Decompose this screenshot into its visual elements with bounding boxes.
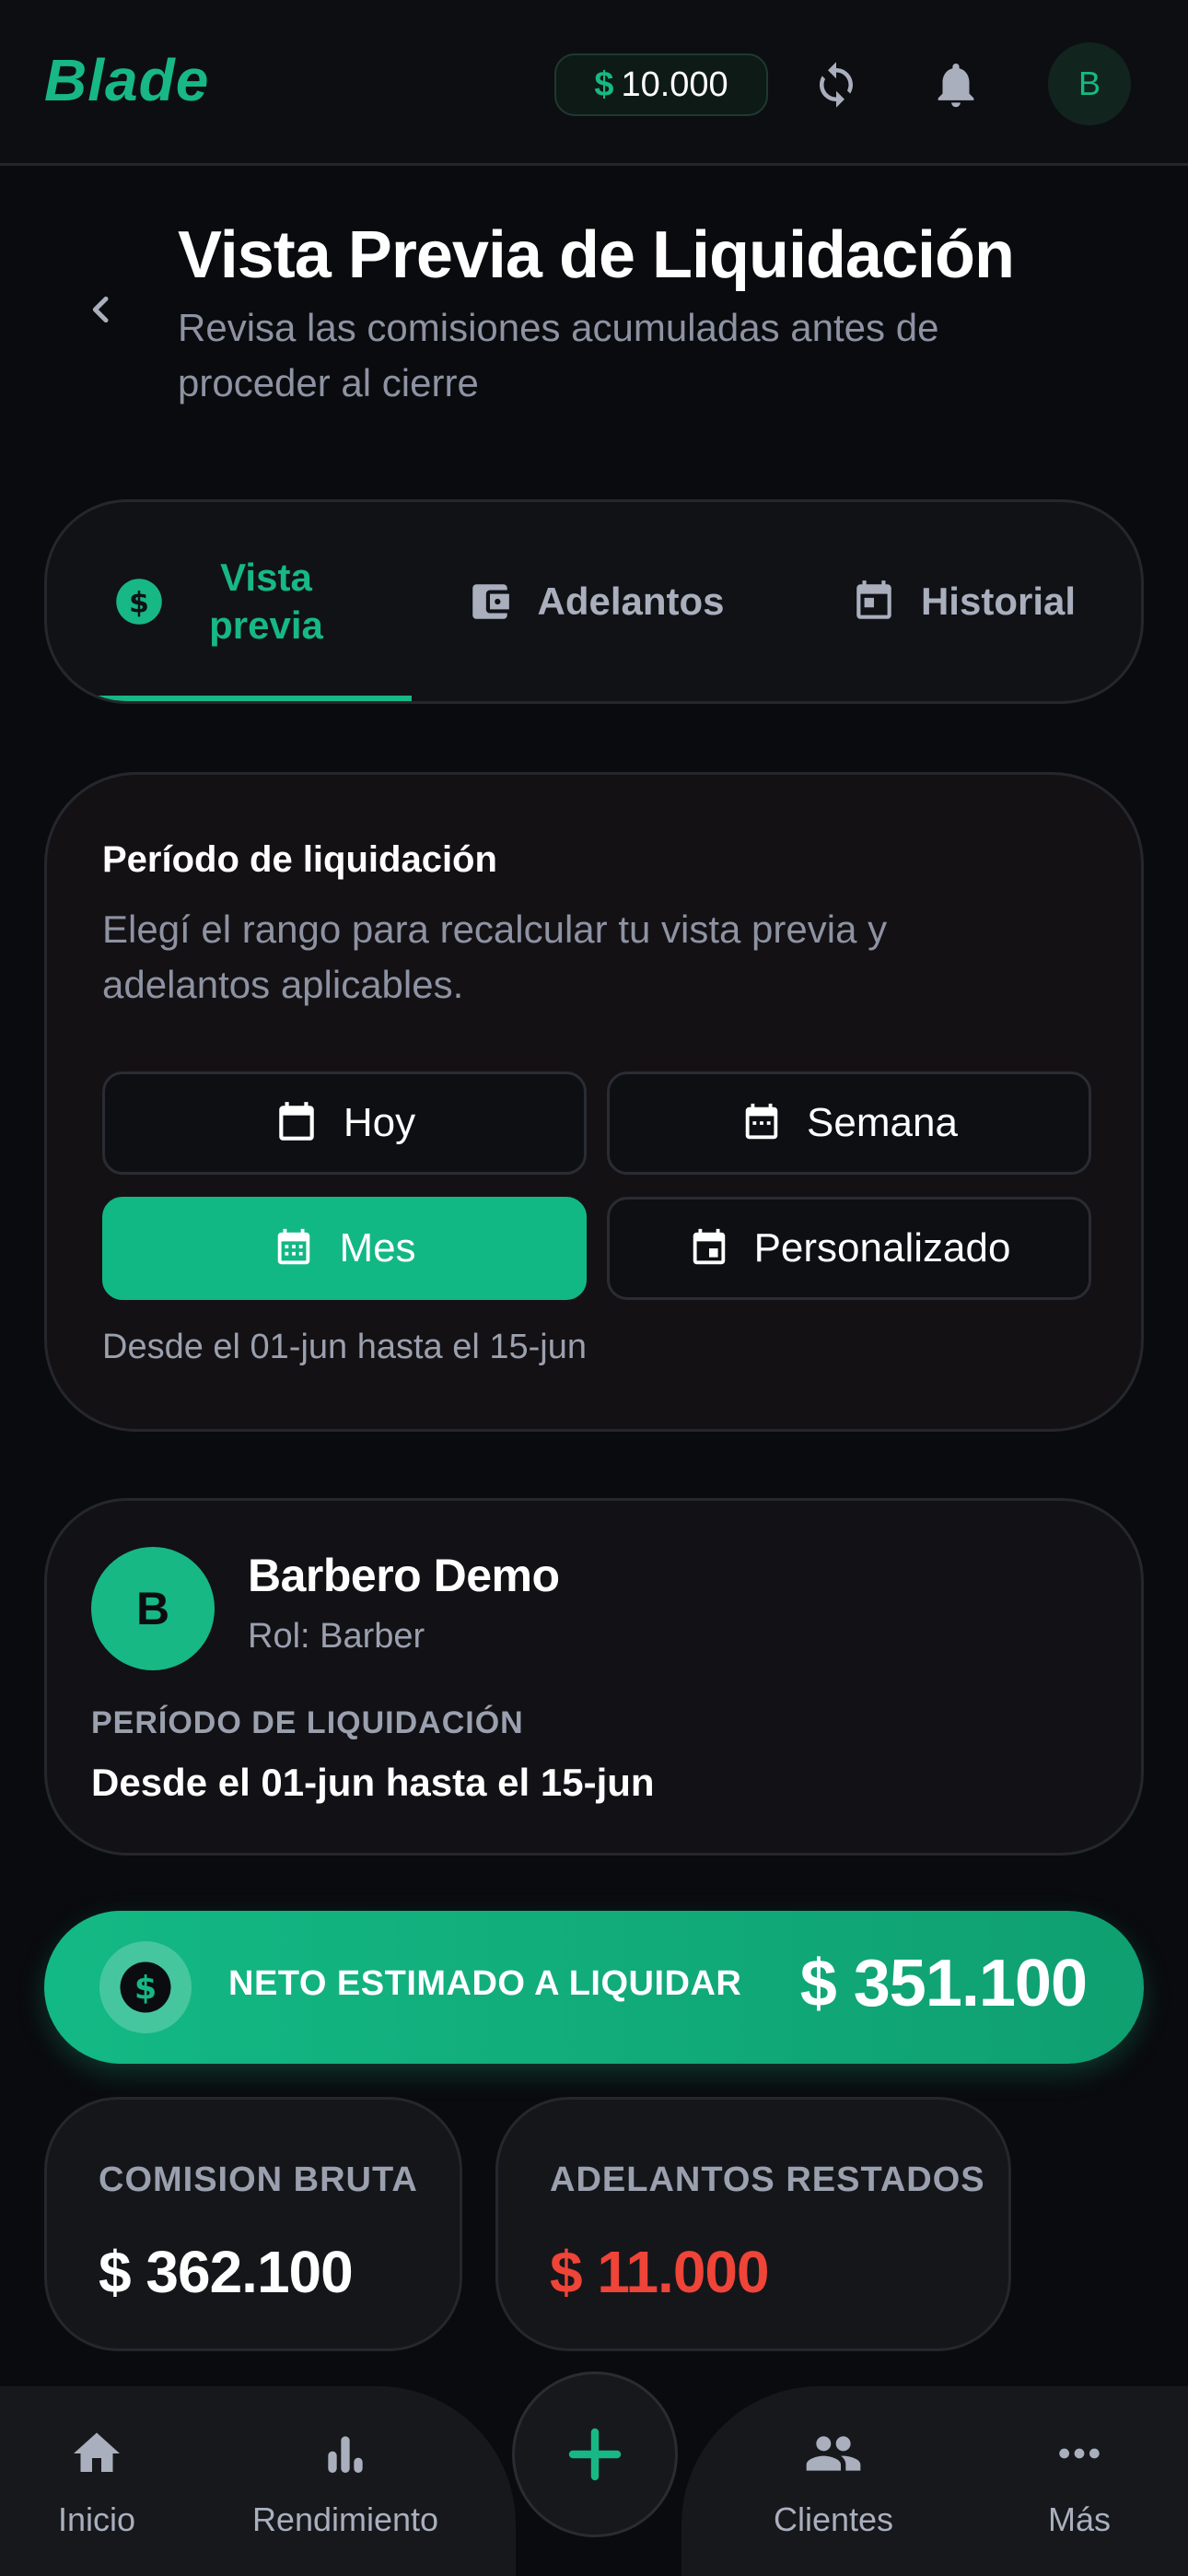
tab-label: Adelantos	[537, 580, 725, 623]
nav-label: Clientes	[773, 2500, 894, 2538]
calendar-month-icon	[273, 1227, 315, 1270]
calendar-icon	[851, 579, 897, 625]
chevron-left-icon	[92, 296, 109, 323]
calendar-blank-icon	[274, 1100, 320, 1146]
advances-deducted-card: ADELANTOS RESTADOS $ 11.000	[495, 2097, 1011, 2351]
net-value: $ 351.100	[799, 1947, 1088, 2020]
tab-label: Historial	[920, 580, 1077, 623]
advances-deducted-label: ADELANTOS RESTADOS	[550, 2160, 985, 2199]
back-button[interactable]	[74, 282, 129, 337]
period-card: Período de liquidación Elegí el rango pa…	[44, 772, 1144, 1432]
add-button[interactable]	[512, 2371, 678, 2537]
tab-label: Vista previa	[209, 556, 323, 647]
nav-item-mas[interactable]: Más	[1024, 2421, 1135, 2550]
range-hoy-button[interactable]: Hoy	[102, 1071, 587, 1175]
svg-text:$: $	[129, 586, 149, 619]
range-personalizado-button[interactable]: Personalizado	[607, 1197, 1091, 1300]
tab-adelantos[interactable]: Adelantos	[412, 502, 780, 701]
range-mes-button[interactable]: Mes	[102, 1197, 587, 1300]
page-subtitle: Revisa las comisiones acumuladas antes d…	[178, 306, 939, 404]
svg-text:$: $	[134, 1971, 157, 2008]
barber-period-label: PERÍODO DE LIQUIDACIÓN	[91, 1705, 524, 1740]
gross-commission-label: COMISION BRUTA	[99, 2160, 418, 2199]
people-icon	[804, 2421, 863, 2486]
period-range-text: Desde el 01-jun hasta el 15-jun	[102, 1328, 588, 1366]
dollar-circle-icon: $	[114, 577, 164, 626]
wallet-icon	[467, 579, 513, 625]
plus-icon	[568, 2428, 622, 2481]
calendar-custom-icon	[688, 1227, 730, 1270]
nav-item-inicio[interactable]: Inicio	[37, 2421, 157, 2550]
gross-commission-value: $ 362.100	[99, 2239, 354, 2305]
barber-role: Rol: Barber	[248, 1617, 425, 1656]
nav-item-rendimiento[interactable]: Rendimiento	[239, 2421, 451, 2550]
user-avatar[interactable]: B	[1048, 42, 1131, 125]
period-title: Período de liquidación	[102, 839, 497, 880]
page-title: Vista Previa de Liquidación	[178, 218, 1015, 292]
dollar-coin-icon: $	[99, 1941, 192, 2033]
home-icon	[69, 2421, 124, 2486]
advances-deducted-value: $ 11.000	[550, 2239, 770, 2305]
gross-commission-card: COMISION BRUTA $ 362.100	[44, 2097, 462, 2351]
bell-icon	[938, 64, 974, 108]
sync-icon	[820, 62, 853, 108]
nav-label: Rendimiento	[251, 2500, 439, 2538]
tab-historial[interactable]: Historial	[780, 502, 1141, 701]
range-label: Personalizado	[753, 1225, 1011, 1270]
nav-label: Más	[1047, 2500, 1111, 2538]
balance-amount: 10.000	[621, 64, 728, 104]
period-description: Elegí el rango para recalcular tu vista …	[102, 907, 888, 1006]
notifications-button[interactable]	[919, 48, 993, 122]
net-label: NETO ESTIMADO A LIQUIDAR	[228, 1964, 742, 2003]
calendar-week-icon	[740, 1102, 783, 1144]
top-bar: Blade $ 10.000 B	[0, 0, 1188, 166]
balance-currency: $	[594, 64, 614, 104]
nav-label: Inicio	[57, 2500, 136, 2538]
barber-avatar: B	[91, 1547, 215, 1670]
barber-period-range: Desde el 01-jun hasta el 15-jun	[91, 1761, 655, 1804]
balance-pill[interactable]: $ 10.000	[554, 53, 768, 116]
nav-item-clientes[interactable]: Clientes	[755, 2421, 912, 2550]
barber-card: B Barbero Demo Rol: Barber PERÍODO DE LI…	[44, 1498, 1144, 1856]
sync-button[interactable]	[799, 48, 873, 122]
range-label: Semana	[807, 1100, 958, 1145]
tab-bar: $ Vista previa Adelantos Historial	[44, 499, 1144, 704]
tab-vista-previa[interactable]: $ Vista previa	[47, 502, 412, 701]
brand-logo[interactable]: Blade	[44, 46, 209, 114]
bar-chart-icon	[320, 2421, 371, 2486]
range-semana-button[interactable]: Semana	[607, 1071, 1091, 1175]
more-icon	[1054, 2421, 1105, 2486]
barber-name: Barbero Demo	[248, 1550, 560, 1601]
active-tab-indicator	[47, 696, 412, 701]
range-label: Hoy	[343, 1100, 416, 1145]
range-label: Mes	[339, 1225, 416, 1270]
app-screen: Blade $ 10.000 B Vista Previa de Liquida…	[0, 0, 1188, 2576]
net-estimate-banner: $ NETO ESTIMADO A LIQUIDAR $ 351.100	[44, 1911, 1144, 2064]
